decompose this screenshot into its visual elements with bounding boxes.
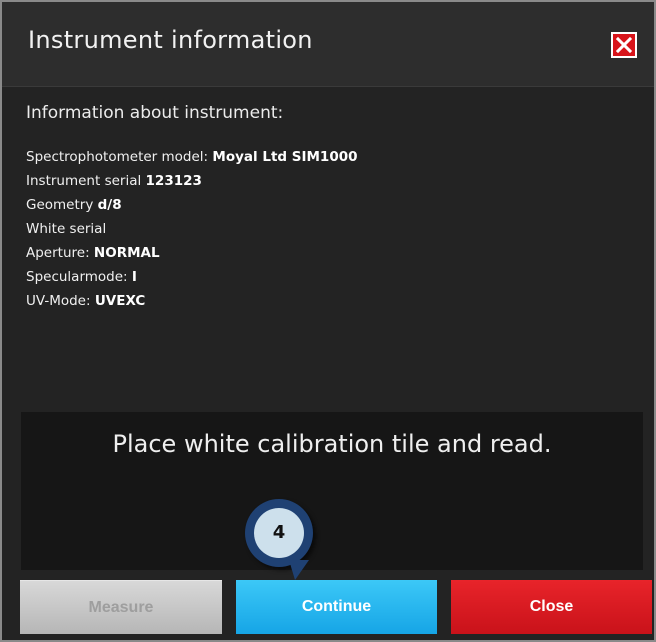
info-item-serial: Instrument serial 123123 xyxy=(26,169,358,193)
info-label: Aperture: xyxy=(26,245,94,261)
instruction-message: Place white calibration tile and read. xyxy=(112,430,552,458)
instrument-information-dialog: Instrument information Information about… xyxy=(0,0,656,642)
step-number-badge: 4 xyxy=(245,499,313,567)
info-item-model: Spectrophotometer model: Moyal Ltd SIM10… xyxy=(26,145,358,169)
continue-button[interactable]: Continue xyxy=(236,580,437,634)
close-x-glyph xyxy=(616,37,632,53)
instruction-panel: Place white calibration tile and read. xyxy=(21,412,643,570)
info-value: I xyxy=(131,269,137,285)
close-button[interactable]: Close xyxy=(451,580,652,634)
info-heading: Information about instrument: xyxy=(26,103,284,123)
info-label: Geometry xyxy=(26,197,98,213)
info-item-geometry: Geometry d/8 xyxy=(26,193,358,217)
info-value: Moyal Ltd SIM1000 xyxy=(212,149,358,165)
info-label: Specularmode: xyxy=(26,269,132,285)
info-value: 123123 xyxy=(145,173,202,189)
info-label: Spectrophotometer model: xyxy=(26,149,213,165)
title-bar: Instrument information xyxy=(2,2,654,87)
step-number: 4 xyxy=(254,508,304,558)
measure-button[interactable]: Measure xyxy=(20,580,222,634)
info-value: NORMAL xyxy=(93,245,160,261)
info-item-uv-mode: UV-Mode: UVEXC xyxy=(26,289,358,313)
info-value: UVEXC xyxy=(94,293,146,309)
info-item-white-serial: White serial xyxy=(26,217,358,241)
badge-pointer-icon xyxy=(289,560,309,580)
info-value: d/8 xyxy=(97,197,122,213)
info-label: UV-Mode: xyxy=(26,293,95,309)
close-icon[interactable] xyxy=(611,32,637,58)
info-item-aperture: Aperture: NORMAL xyxy=(26,241,358,265)
info-label: Instrument serial xyxy=(26,173,146,189)
info-item-specular-mode: Specularmode: I xyxy=(26,265,358,289)
instrument-info-list: Spectrophotometer model: Moyal Ltd SIM10… xyxy=(26,145,358,313)
dialog-title: Instrument information xyxy=(28,26,313,54)
info-label: White serial xyxy=(26,221,107,237)
